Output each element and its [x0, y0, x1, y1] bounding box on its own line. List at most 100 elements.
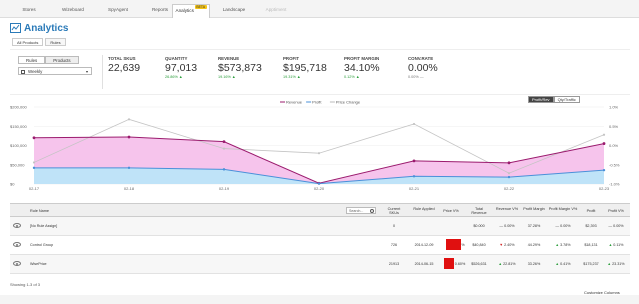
pagination-status: Showing 1-3 of 3 [10, 282, 41, 287]
stat-label: PROFIT MARGIN [344, 56, 380, 61]
period-select[interactable]: Weekly ▾ [18, 67, 92, 75]
profit-margin: 37.28% [527, 224, 541, 228]
stat-value: $195,718 [283, 62, 327, 74]
revenue-point [127, 135, 131, 139]
revenue-v-value: 22.81% [503, 262, 516, 266]
y2-tick-label: -0.5% [609, 162, 620, 167]
revenue-v: ▲ 22.81% [495, 262, 519, 266]
tab-reports[interactable]: Reports [146, 5, 174, 15]
bottom-band [0, 295, 639, 304]
toggle-qty-traffic[interactable]: Qty/Traffic [553, 96, 580, 103]
stat-value: 97,013 [165, 62, 198, 74]
rule-name: WisePrice [30, 262, 47, 266]
profit-v: ▲ 0.11% [604, 243, 628, 247]
y-tick-label: $150,000 [10, 124, 27, 129]
table-row[interactable]: WisePrice 21913 2014-06-15 0.60% $526,63… [10, 255, 630, 274]
stat-value: 34.10% [344, 62, 380, 74]
col-profit[interactable]: Profit [580, 209, 602, 213]
search-input[interactable]: Search... [346, 207, 376, 214]
profit-v-value: 0.00% [613, 224, 624, 228]
table-row[interactable]: [No Rule Assign] 0 $0.000 — 0.00% 37.28%… [10, 217, 630, 236]
stat-total-skus: TOTAL SKUS 22,639 [108, 56, 140, 74]
stat-change: 0.00% — [408, 75, 424, 79]
revenue-profit-chart: $200,000 $150,000 $100,000 $50,000 $0 1.0% 0.5… [0, 95, 639, 195]
page-title: Analytics [24, 22, 69, 34]
toggle-products[interactable]: Products [45, 56, 79, 64]
subtab-all-products[interactable]: All Products [12, 38, 44, 46]
eye-icon[interactable] [13, 242, 21, 247]
eye-icon[interactable] [13, 223, 21, 228]
beta-badge: BETA [194, 5, 207, 9]
col-revenue-v[interactable]: Revenue V% [495, 207, 519, 211]
profit-point [317, 182, 321, 185]
x-tick-label: 02-21 [409, 186, 420, 191]
price-change-bar [446, 239, 462, 250]
revenue-point [32, 136, 36, 140]
revenue-v-value: 2.40% [504, 243, 515, 247]
eye-icon[interactable] [13, 261, 21, 266]
x-tick-label: 02-23 [599, 186, 610, 191]
table-row[interactable]: Control Group 726 2014-12-09 % $40,840 ▼… [10, 236, 630, 255]
rules-table: Rule Name Search... Current SKUs Rule Ap… [10, 203, 630, 278]
col-price-v[interactable]: Price V% [440, 209, 462, 213]
col-rule-applied[interactable]: Rule Applied [413, 207, 435, 211]
tab-landscape[interactable]: Landscape [216, 5, 252, 15]
y-tick-label: $100,000 [10, 143, 27, 148]
col-current-skus[interactable]: Current SKUs [383, 207, 405, 215]
chevron-down-icon: ▾ [85, 69, 88, 74]
x-tick-label: 02-22 [504, 186, 515, 191]
tab-stores[interactable]: Stores [14, 5, 44, 15]
col-total-revenue[interactable]: Total Revenue [467, 207, 491, 215]
rules-products-toggle: Rules Products [18, 56, 79, 64]
y-tick-label: $0 [10, 182, 15, 187]
profit-margin-v-value: 3.78% [560, 243, 571, 247]
y2-tick-label: -1.0% [609, 182, 620, 187]
profit-point [507, 175, 511, 179]
revenue-point [222, 140, 226, 144]
profit-margin: 33.26% [527, 262, 541, 266]
profit-margin-v-value: 0.41% [560, 262, 571, 266]
toggle-rules[interactable]: Rules [18, 56, 46, 64]
profit-v-value: 23.31% [612, 262, 625, 266]
tab-analytics-label: Analytics [175, 8, 194, 13]
total-revenue: $526,631 [471, 262, 487, 266]
col-profit-v[interactable]: Profit V% [604, 209, 628, 213]
revenue-point [507, 161, 511, 165]
revenue-point [602, 142, 606, 145]
subtab-rules[interactable]: Rules [45, 38, 66, 46]
profit-point [127, 166, 131, 170]
col-profit-margin[interactable]: Profit Margin [522, 207, 546, 211]
x-tick-label: 02-19 [219, 186, 230, 191]
divider [102, 55, 103, 89]
rule-name: [No Rule Assign] [30, 224, 58, 228]
profit-v: ▲ 23.31% [604, 262, 628, 266]
subtabs: All Products Rules [12, 38, 68, 46]
stat-value: 22,639 [108, 62, 141, 74]
col-profit-margin-v[interactable]: Profit Margin V% [548, 207, 578, 211]
profit-margin: 44.29% [527, 243, 541, 247]
calendar-icon [21, 69, 25, 74]
profit-margin-v: ▲ 0.41% [548, 262, 578, 266]
stat-label: QUANTITY [165, 56, 188, 61]
tab-analytics[interactable]: AnalyticsBETA [172, 4, 210, 18]
profit-v: — 0.00% [604, 224, 628, 228]
tab-spyagent[interactable]: SpyAgent [101, 5, 135, 15]
tab-wizeboard[interactable]: Wizeboard [56, 5, 90, 15]
stat-conv-rate: CONV.RATE 0.00% 0.00% — [408, 56, 438, 79]
price-change-point [127, 118, 131, 121]
revenue-v: ▼ 2.40% [495, 243, 519, 247]
total-revenue: $40,840 [472, 243, 486, 247]
col-rule-name[interactable]: Rule Name [30, 209, 49, 213]
legend-label: Revenue [286, 100, 303, 105]
y-tick-label: $200,000 [10, 105, 27, 110]
profit-margin-v-value: 0.00% [560, 224, 571, 228]
toggle-profit-rev[interactable]: Profit/Rev [528, 96, 554, 103]
price-change-point [317, 152, 321, 155]
profit-point [412, 175, 416, 178]
profit: $175,237 [583, 262, 599, 266]
price-v: 0.60% [454, 262, 466, 266]
profit-point [32, 166, 36, 170]
profit-point [602, 168, 606, 172]
price-change-bar [444, 258, 454, 269]
revenue-point [412, 159, 416, 163]
